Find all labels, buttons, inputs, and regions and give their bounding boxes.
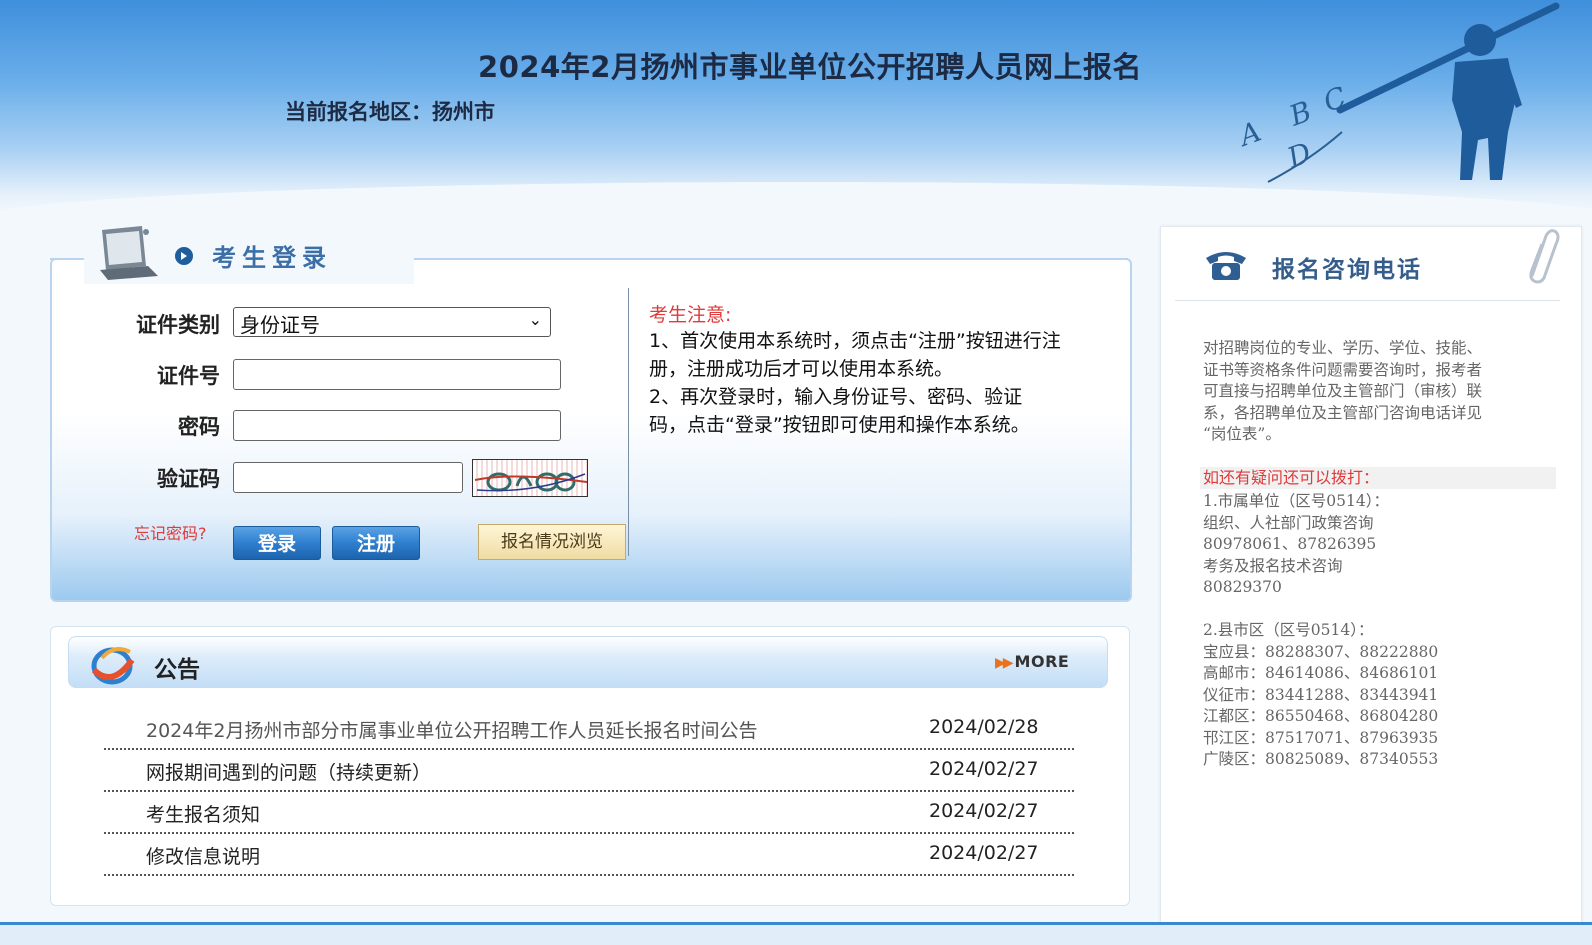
announcement-item-title[interactable]: 考生报名须知 [146,800,260,827]
contact-header-divider [1175,300,1560,301]
svg-text:C: C [1319,80,1350,118]
notice-line-4: 码，点击“登录”按钮即可使用和操作本系统。 [649,414,1030,436]
contact-county-line: 2.县市区（区号0514）： [1203,621,1374,639]
login-header: 考生登录 [84,224,414,284]
announcement-item-title[interactable]: 2024年2月扬州市部分市属事业单位公开招聘工作人员延长报名时间公告 [146,716,757,743]
header-decoration-icon: A B C D [1240,2,1560,183]
contact-county-line: 邗江区：87517071、87963935 [1203,728,1439,747]
contact-county-line: 仪征市：83441288、83443941 [1203,685,1439,704]
contact-city: 1.市属单位（区号0514）： 组织、人社部门政策咨询 80978061、878… [1203,491,1555,599]
contact-intro-line: “岗位表”。 [1203,425,1281,443]
contact-intro-line: 对招聘岗位的专业、学历、学位、技能、 [1203,339,1483,357]
contact-city-line: 考务及报名技术咨询 [1203,556,1343,575]
more-label: MORE [1014,652,1070,671]
announcement-item-date: 2024/02/27 [929,800,1039,822]
id-type-select[interactable]: 身份证号 ⌄ [233,307,551,337]
contact-city-line: 80829370 [1203,578,1282,596]
svg-text:B: B [1284,95,1316,133]
notice-line-1: 1、首次使用本系统时，须点击“注册”按钮进行注 [649,330,1061,352]
notice-title: 考生注意: [649,304,732,326]
announcement-row[interactable]: 网报期间遇到的问题（持续更新） 2024/02/27 [104,748,1074,792]
contact-city-line: 1.市属单位（区号0514）： [1203,492,1389,510]
id-type-label: 证件类别 [136,313,220,337]
announcement-item-title[interactable]: 修改信息说明 [146,842,260,869]
region-indicator: 当前报名地区：扬州市 [285,96,495,126]
id-type-value: 身份证号 [240,313,320,337]
phone-icon [1206,252,1246,280]
forgot-password-link[interactable]: 忘记密码? [134,520,207,544]
region-value: 扬州市 [432,100,495,124]
contact-county-line: 江都区：86550468、86804280 [1203,707,1439,725]
announcement-row[interactable]: 修改信息说明 2024/02/27 [104,832,1074,876]
contact-city-line: 80978061、87826395 [1203,535,1377,553]
login-section-title: 考生登录 [212,244,332,272]
contact-intro-line: 可直接与招聘单位及主管部门（审核）联 [1203,382,1483,400]
announcement-row[interactable]: 2024年2月扬州市部分市属事业单位公开招聘工作人员延长报名时间公告 2024/… [104,706,1074,750]
region-label: 当前报名地区： [285,100,432,124]
browse-status-button[interactable]: 报名情况浏览 [478,524,626,560]
login-header-line-left [50,258,84,261]
announcement-title: 公告 [154,657,200,683]
login-button[interactable]: 登录 [233,526,321,560]
arrow-circle-icon [175,247,193,265]
chevron-down-icon: ⌄ [528,310,542,329]
svg-text:A: A [1240,115,1265,154]
announcement-item-date: 2024/02/27 [929,842,1039,864]
id-number-label: 证件号 [157,364,220,388]
password-label: 密码 [178,415,220,439]
notice-line-3: 2、再次登录时，输入身份证号、密码、验证 [649,386,1023,408]
contact-intro-line: 证书等资格条件问题需要咨询时，报考者 [1203,360,1483,379]
contact-county-line: 高邮市：84614086、84686101 [1203,664,1439,682]
announcement-row[interactable]: 考生报名须知 2024/02/27 [104,790,1074,834]
laptop-icon [100,226,158,280]
id-number-input[interactable] [233,359,561,390]
contact-title: 报名咨询电话 [1272,257,1422,283]
captcha-image[interactable] [472,459,588,497]
announcement-logo-icon [91,647,135,685]
announcement-item-date: 2024/02/28 [929,716,1039,738]
announcement-header-bar [68,636,1108,688]
announcement-item-date: 2024/02/27 [929,758,1039,780]
login-divider [628,288,629,556]
captcha-glyphs-icon [474,472,587,492]
captcha-input[interactable] [233,462,463,493]
more-link[interactable]: ▶▶ MORE [995,652,1069,671]
more-arrow-icon: ▶▶ [995,655,1013,671]
contact-more-questions: 如还有疑问还可以拨打： [1200,467,1556,489]
announcement-item-title[interactable]: 网报期间遇到的问题（持续更新） [146,758,431,785]
contact-city-line: 组织、人社部门政策咨询 [1203,513,1374,532]
register-button[interactable]: 注册 [332,526,420,560]
contact-county: 2.县市区（区号0514）： 宝应县：88288307、88222880 高邮市… [1203,620,1555,771]
captcha-label: 验证码 [157,467,220,491]
password-input[interactable] [233,410,561,441]
login-header-line-right [414,258,1128,261]
contact-intro: 对招聘岗位的专业、学历、学位、技能、 证书等资格条件问题需要咨询时，报考者 可直… [1203,338,1555,446]
contact-intro-line: 系，各招聘单位及主管部门咨询电话详见 [1203,403,1483,422]
notice-line-2: 册，注册成功后才可以使用本系统。 [649,358,954,380]
contact-county-line: 广陵区：80825089、87340553 [1203,750,1439,768]
paperclip-icon [1529,229,1560,284]
contact-county-line: 宝应县：88288307、88222880 [1203,642,1439,661]
